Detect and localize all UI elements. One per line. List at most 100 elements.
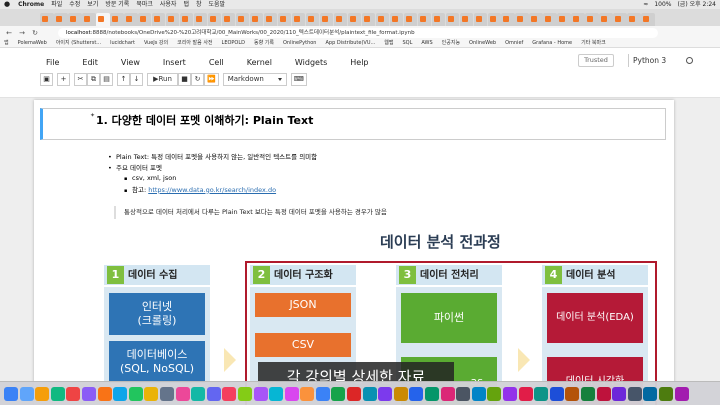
browser-tab[interactable] <box>333 13 348 26</box>
dock-app-icon[interactable] <box>237 386 252 401</box>
browser-tab[interactable] <box>641 13 655 26</box>
bookmark-item[interactable]: PolemaWeb <box>18 39 47 47</box>
bookmark-item[interactable]: OnlinePython <box>283 39 316 47</box>
browser-tab[interactable] <box>445 13 460 26</box>
address-bar[interactable]: localhost:8888/notebooks/OneDrive%20-%20… <box>58 27 658 38</box>
dock-app-icon[interactable] <box>658 386 673 401</box>
menu-file[interactable]: 파일 <box>51 0 62 9</box>
browser-tab[interactable] <box>277 13 292 26</box>
bookmark-item[interactable]: Grafana - Home <box>532 39 572 47</box>
cut-icon[interactable]: ✂ <box>74 72 87 86</box>
move-up-icon[interactable]: ↑ <box>117 72 130 86</box>
dock-app-icon[interactable] <box>393 386 408 401</box>
dock-app-icon[interactable] <box>284 386 299 401</box>
trusted-indicator[interactable]: Trusted <box>578 54 614 67</box>
browser-tab[interactable] <box>235 13 250 26</box>
bookmark-item[interactable]: 인공지능 <box>442 39 460 47</box>
wifi-icon[interactable]: ≈ <box>643 0 648 9</box>
paste-icon[interactable]: ▤ <box>100 72 113 86</box>
dock-app-icon[interactable] <box>627 386 642 401</box>
bookmark-item[interactable]: 코리아 발음 사전 <box>177 39 212 47</box>
browser-tab[interactable] <box>361 13 376 26</box>
notebook-menu-cell[interactable]: Cell <box>209 58 224 67</box>
browser-tab[interactable] <box>179 13 194 26</box>
browser-tab[interactable] <box>67 13 82 26</box>
browser-tab[interactable] <box>599 13 613 26</box>
anchor-icon[interactable]: ✦ <box>90 112 95 119</box>
browser-tab[interactable] <box>571 13 585 26</box>
run-button[interactable]: ▶Run <box>147 72 178 86</box>
browser-tab[interactable] <box>95 13 110 26</box>
menu-edit[interactable]: 수정 <box>69 0 80 9</box>
insert-cell-icon[interactable]: + <box>57 72 70 86</box>
dock-app-icon[interactable] <box>596 386 611 401</box>
notebook-menu-view[interactable]: View <box>121 58 140 67</box>
save-icon[interactable]: ▣ <box>40 72 53 86</box>
menu-help[interactable]: 도움말 <box>209 0 226 9</box>
dock-app-icon[interactable] <box>549 386 564 401</box>
browser-tab[interactable] <box>207 13 222 26</box>
notebook-menu-file[interactable]: File <box>46 58 59 67</box>
browser-tab[interactable] <box>627 13 641 26</box>
dock-app-icon[interactable] <box>378 386 393 401</box>
browser-tab[interactable] <box>291 13 306 26</box>
bookmark-item[interactable]: 기타 북마크 <box>581 39 606 47</box>
dock-app-icon[interactable] <box>50 386 65 401</box>
browser-tab[interactable] <box>53 13 68 26</box>
dock-app-icon[interactable] <box>612 386 627 401</box>
dock-app-icon[interactable] <box>518 386 533 401</box>
browser-tab[interactable] <box>501 13 516 26</box>
dock-app-icon[interactable] <box>534 386 549 401</box>
dock-app-icon[interactable] <box>503 386 517 401</box>
dock-app-icon[interactable] <box>144 386 159 401</box>
browser-tab[interactable] <box>459 13 474 26</box>
dock-app-icon[interactable] <box>425 386 440 401</box>
browser-tab[interactable] <box>263 13 278 26</box>
bookmark-item[interactable]: App Distribute(VU... <box>325 39 375 47</box>
dock-app-icon[interactable] <box>331 386 346 401</box>
browser-tab[interactable] <box>543 13 558 26</box>
bookmark-item[interactable]: VueJs 강의 <box>144 39 168 47</box>
notebook-menu-edit[interactable]: Edit <box>82 58 98 67</box>
dock-app-icon[interactable] <box>487 386 502 401</box>
copy-icon[interactable]: ⧉ <box>87 72 100 86</box>
cell-type-select[interactable]: Markdown <box>222 72 287 86</box>
dock-app-icon[interactable] <box>565 386 580 401</box>
browser-tab[interactable] <box>557 13 572 26</box>
restart-run-all-icon[interactable]: ⏩ <box>204 72 219 86</box>
dock-app-icon[interactable] <box>206 386 221 401</box>
bookmark-item[interactable]: SQL <box>402 39 412 47</box>
menu-tab[interactable]: 탭 <box>183 0 189 9</box>
app-menu[interactable]: Chrome <box>18 0 44 9</box>
dock-app-icon[interactable] <box>362 386 377 401</box>
browser-tab[interactable] <box>151 13 166 26</box>
bookmark-item[interactable]: 동향 기록 <box>254 39 274 47</box>
browser-tab[interactable] <box>109 13 124 26</box>
dock-app-icon[interactable] <box>674 386 689 401</box>
browser-tab[interactable] <box>389 13 404 26</box>
dock-app-icon[interactable] <box>81 386 96 401</box>
move-down-icon[interactable]: ↓ <box>130 72 143 86</box>
dock-app-icon[interactable] <box>643 386 658 401</box>
bookmark-item[interactable]: LEOPOLD <box>222 39 245 47</box>
dock-app-icon[interactable] <box>347 386 362 401</box>
bookmark-item[interactable]: 웹맵 <box>384 39 393 47</box>
browser-tab[interactable] <box>137 13 152 26</box>
interrupt-icon[interactable]: ■ <box>178 72 191 86</box>
restart-icon[interactable]: ↻ <box>191 72 204 86</box>
browser-tab[interactable] <box>515 13 530 26</box>
browser-tab[interactable] <box>193 13 208 26</box>
battery-level[interactable]: 100% <box>654 0 671 9</box>
dock-app-icon[interactable] <box>4 386 18 401</box>
browser-tab[interactable] <box>123 13 138 26</box>
bookmark-item[interactable]: lucidchart <box>110 39 135 47</box>
bookmark-item[interactable]: AWS <box>421 39 432 47</box>
browser-tab[interactable] <box>305 13 320 26</box>
dock-app-icon[interactable] <box>253 386 268 401</box>
notebook-menu-widgets[interactable]: Widgets <box>295 58 327 67</box>
notebook-menu-kernel[interactable]: Kernel <box>247 58 272 67</box>
dock-app-icon[interactable] <box>440 386 455 401</box>
reference-link[interactable]: https://www.data.go.kr/search/index.do <box>148 186 276 194</box>
dock-app-icon[interactable] <box>66 386 81 401</box>
dock-app-icon[interactable] <box>35 386 50 401</box>
